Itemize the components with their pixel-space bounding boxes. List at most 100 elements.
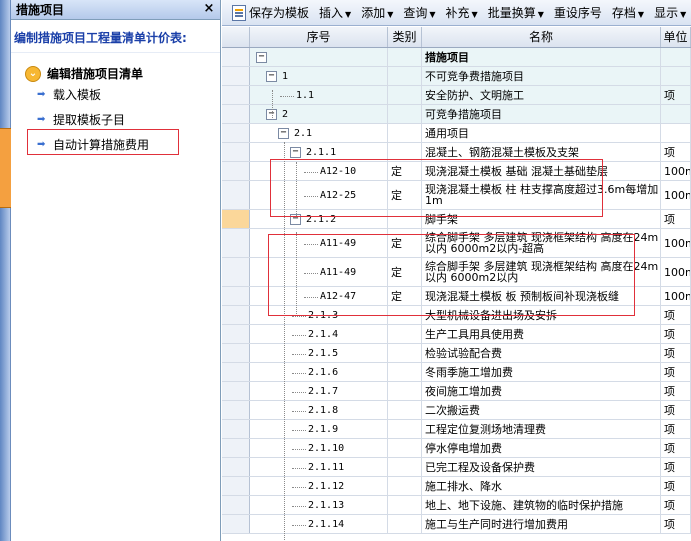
table-row[interactable]: 2.1.13 地上、地下设施、建筑物的临时保护措施项 <box>222 496 691 515</box>
cell-name[interactable]: 措施项目 <box>422 48 661 66</box>
cell-seq[interactable]: 2.1.12 <box>250 477 388 495</box>
cell-category[interactable] <box>388 48 422 66</box>
cell-name[interactable]: 施工与生产同时进行增加费用 <box>422 515 661 533</box>
cell-seq[interactable]: 2.1.8 <box>250 401 388 419</box>
cell-category[interactable] <box>388 325 422 343</box>
cell-category[interactable] <box>388 105 422 123</box>
table-row[interactable]: 1.1 安全防护、文明施工项 <box>222 86 691 105</box>
cell-seq[interactable]: −2 <box>250 105 388 123</box>
cell-name[interactable]: 生产工具用具使用费 <box>422 325 661 343</box>
table-row[interactable]: 2.1.10 停水停电增加费项 <box>222 439 691 458</box>
cell-category[interactable] <box>388 143 422 161</box>
table-row[interactable]: 2.1.8 二次搬运费项 <box>222 401 691 420</box>
cell-name[interactable]: 检验试验配合费 <box>422 344 661 362</box>
table-row[interactable]: 2.1.6 冬雨季施工增加费项 <box>222 363 691 382</box>
collapse-toggle-icon[interactable]: − <box>256 52 267 63</box>
cell-seq[interactable]: 2.1.14 <box>250 515 388 533</box>
cell-unit[interactable]: 100m2 <box>661 162 691 180</box>
cell-seq[interactable]: 2.1.13 <box>250 496 388 514</box>
cell-unit[interactable]: 项 <box>661 401 691 419</box>
table-row[interactable]: 2.1.14 施工与生产同时进行增加费用项 <box>222 515 691 534</box>
cell-unit[interactable]: 项 <box>661 420 691 438</box>
cell-category[interactable]: 定 <box>388 181 422 209</box>
table-row[interactable]: A12-47 定现浇混凝土模板 板 预制板间补现浇板缝100m2 <box>222 287 691 306</box>
cell-seq[interactable]: 2.1.3 <box>250 306 388 324</box>
cell-unit[interactable]: 项 <box>661 306 691 324</box>
cell-category[interactable] <box>388 477 422 495</box>
cell-unit[interactable]: 100m2 <box>661 258 691 286</box>
toolbar-item[interactable]: 显示 ▼ <box>649 2 691 24</box>
cell-category[interactable] <box>388 363 422 381</box>
cell-name[interactable]: 工程定位复测场地清理费 <box>422 420 661 438</box>
cell-unit[interactable]: 100m2 <box>661 229 691 257</box>
row-header[interactable] <box>222 477 250 495</box>
column-header-name[interactable]: 名称 <box>422 27 661 47</box>
row-header[interactable] <box>222 306 250 324</box>
table-row[interactable]: − 措施项目 <box>222 48 691 67</box>
row-header[interactable] <box>222 458 250 476</box>
toolbar-item[interactable]: 插入 ▼ <box>314 2 356 24</box>
table-row[interactable]: A12-25 定现浇混凝土模板 柱 柱支撑高度超过3.6m每增加1m100m2 <box>222 181 691 210</box>
table-row[interactable]: −2.1.1 混凝土、钢筋混凝土模板及支架项 <box>222 143 691 162</box>
cell-seq[interactable]: −2.1.1 <box>250 143 388 161</box>
row-header[interactable] <box>222 86 250 104</box>
cell-seq[interactable]: 2.1.9 <box>250 420 388 438</box>
cell-unit[interactable]: 项 <box>661 325 691 343</box>
table-row[interactable]: −2.1.2 脚手架项 <box>222 210 691 229</box>
row-header[interactable] <box>222 162 250 180</box>
cell-category[interactable] <box>388 67 422 85</box>
cell-unit[interactable] <box>661 124 691 142</box>
toolbar-item[interactable]: 重设序号 <box>549 2 607 24</box>
side-dock-strip[interactable] <box>0 0 11 541</box>
cell-category[interactable]: 定 <box>388 229 422 257</box>
cell-name[interactable]: 现浇混凝土模板 基础 混凝土基础垫层 <box>422 162 661 180</box>
cell-unit[interactable] <box>661 48 691 66</box>
toolbar-item[interactable]: 添加 ▼ <box>356 2 398 24</box>
cell-unit[interactable]: 项 <box>661 210 691 228</box>
task-auto-calculate-fees[interactable]: ➡ 自动计算措施费用 <box>11 132 220 157</box>
cell-name[interactable]: 大型机械设备进出场及安拆 <box>422 306 661 324</box>
row-header-corner[interactable] <box>222 27 250 47</box>
row-header[interactable] <box>222 363 250 381</box>
cell-seq[interactable]: 2.1.10 <box>250 439 388 457</box>
cell-unit[interactable]: 项 <box>661 458 691 476</box>
table-row[interactable]: A12-10 定现浇混凝土模板 基础 混凝土基础垫层100m2 <box>222 162 691 181</box>
cell-unit[interactable]: 项 <box>661 86 691 104</box>
collapse-toggle-icon[interactable]: − <box>266 71 277 82</box>
cell-category[interactable] <box>388 86 422 104</box>
table-row[interactable]: 2.1.11 已完工程及设备保护费项 <box>222 458 691 477</box>
cell-name[interactable]: 可竞争措施项目 <box>422 105 661 123</box>
task-load-template[interactable]: ➡ 载入模板 <box>11 82 220 107</box>
cell-seq[interactable]: 1.1 <box>250 86 388 104</box>
row-header[interactable] <box>222 382 250 400</box>
collapse-toggle-icon[interactable]: − <box>278 128 289 139</box>
column-header-category[interactable]: 类别 <box>388 27 422 47</box>
table-row[interactable]: −2.1 通用项目 <box>222 124 691 143</box>
cell-name[interactable]: 冬雨季施工增加费 <box>422 363 661 381</box>
cell-name[interactable]: 不可竞争费措施项目 <box>422 67 661 85</box>
cell-seq[interactable]: −2.1.2 <box>250 210 388 228</box>
cell-unit[interactable]: 100m2 <box>661 287 691 305</box>
table-row[interactable]: A11-49 定综合脚手架 多层建筑 现浇框架结构 高度在24m以内 6000m2… <box>222 229 691 258</box>
cell-unit[interactable]: 项 <box>661 382 691 400</box>
table-row[interactable]: 2.1.7 夜间施工增加费项 <box>222 382 691 401</box>
cell-seq[interactable]: A12-47 <box>250 287 388 305</box>
cell-seq[interactable]: A12-10 <box>250 162 388 180</box>
row-header[interactable] <box>222 229 250 257</box>
cell-seq[interactable]: 2.1.7 <box>250 382 388 400</box>
row-header[interactable] <box>222 105 250 123</box>
task-extract-template-items[interactable]: ➡ 提取模板子目 <box>11 107 220 132</box>
cell-unit[interactable]: 项 <box>661 439 691 457</box>
row-header[interactable] <box>222 496 250 514</box>
cell-unit[interactable]: 100m2 <box>661 181 691 209</box>
cell-category[interactable] <box>388 344 422 362</box>
cell-seq[interactable]: A11-49 <box>250 258 388 286</box>
cell-seq[interactable]: −2.1 <box>250 124 388 142</box>
table-row[interactable]: −2 可竞争措施项目 <box>222 105 691 124</box>
cell-seq[interactable]: 2.1.11 <box>250 458 388 476</box>
row-header[interactable] <box>222 515 250 533</box>
row-header[interactable] <box>222 258 250 286</box>
cell-category[interactable] <box>388 401 422 419</box>
table-row[interactable]: −1 不可竞争费措施项目 <box>222 67 691 86</box>
table-row[interactable]: 2.1.3 大型机械设备进出场及安拆项 <box>222 306 691 325</box>
